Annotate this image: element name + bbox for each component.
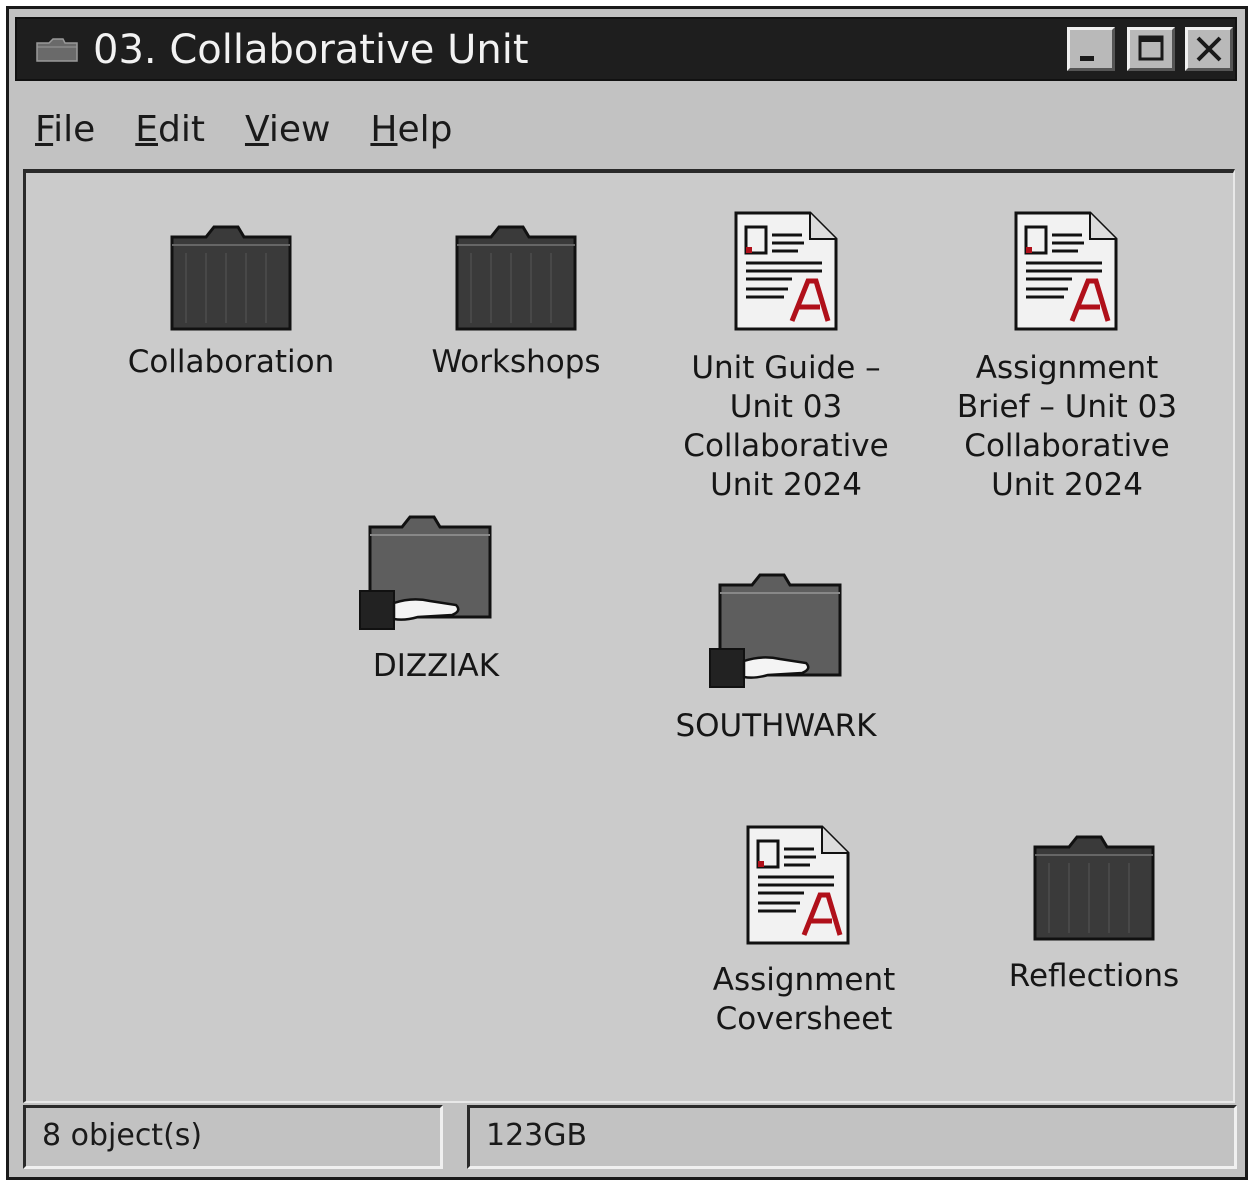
folder-icon bbox=[455, 225, 577, 331]
status-objects-panel: 8 object(s) bbox=[23, 1105, 443, 1169]
close-icon bbox=[1196, 36, 1222, 62]
file-view[interactable]: Collaboration Workshops Unit Guide – Uni… bbox=[23, 169, 1235, 1103]
item-assignment-coversheet[interactable]: Assignment Coversheet bbox=[694, 823, 914, 1063]
shared-folder-icon bbox=[359, 515, 492, 630]
pdf-document-icon bbox=[1014, 211, 1118, 331]
item-label: Workshops bbox=[431, 344, 601, 380]
item-label: Assignment Coversheet bbox=[712, 962, 896, 1037]
close-button[interactable] bbox=[1185, 27, 1233, 71]
item-label: Assignment Brief – Unit 03 Collaborative… bbox=[956, 350, 1178, 503]
item-workshops[interactable]: Workshops bbox=[401, 223, 631, 413]
item-label: SOUTHWARK bbox=[675, 708, 877, 744]
item-dizziak[interactable]: DIZZIAK bbox=[326, 513, 546, 713]
item-label: DIZZIAK bbox=[372, 648, 500, 684]
folder-icon bbox=[36, 38, 78, 62]
menu-bar: File Edit View Help bbox=[35, 109, 493, 157]
item-label: Unit Guide – Unit 03 Collaborative Unit … bbox=[683, 350, 889, 503]
folder-icon bbox=[170, 225, 292, 331]
maximize-icon bbox=[1138, 35, 1164, 61]
explorer-window: 03. Collaborative Unit File Edit View He… bbox=[6, 6, 1248, 1180]
menu-edit[interactable]: Edit bbox=[135, 109, 205, 157]
window-title: 03. Collaborative Unit bbox=[93, 27, 529, 73]
menu-view[interactable]: View bbox=[245, 109, 330, 157]
status-size-panel: 123GB bbox=[467, 1105, 1237, 1169]
title-bar[interactable]: 03. Collaborative Unit bbox=[15, 17, 1237, 81]
menu-help[interactable]: Help bbox=[370, 109, 452, 157]
item-southwark[interactable]: SOUTHWARK bbox=[666, 571, 886, 771]
minimize-button[interactable] bbox=[1067, 27, 1115, 71]
maximize-button[interactable] bbox=[1127, 27, 1175, 71]
item-unit-guide[interactable]: Unit Guide – Unit 03 Collaborative Unit … bbox=[676, 209, 896, 509]
pdf-document-icon bbox=[746, 825, 850, 945]
item-collaboration[interactable]: Collaboration bbox=[116, 223, 346, 413]
item-reflections[interactable]: Reflections bbox=[984, 833, 1204, 1013]
folder-icon bbox=[1033, 835, 1155, 941]
pdf-document-icon bbox=[734, 211, 838, 331]
menu-file[interactable]: File bbox=[35, 109, 95, 157]
minimize-icon bbox=[1080, 56, 1094, 61]
item-label: Reflections bbox=[1008, 958, 1180, 994]
item-label: Collaboration bbox=[127, 344, 335, 380]
item-assignment-brief[interactable]: Assignment Brief – Unit 03 Collaborative… bbox=[952, 209, 1182, 509]
shared-folder-icon bbox=[709, 573, 842, 688]
object-count: 8 object(s) bbox=[42, 1118, 203, 1153]
total-size: 123GB bbox=[486, 1118, 588, 1153]
